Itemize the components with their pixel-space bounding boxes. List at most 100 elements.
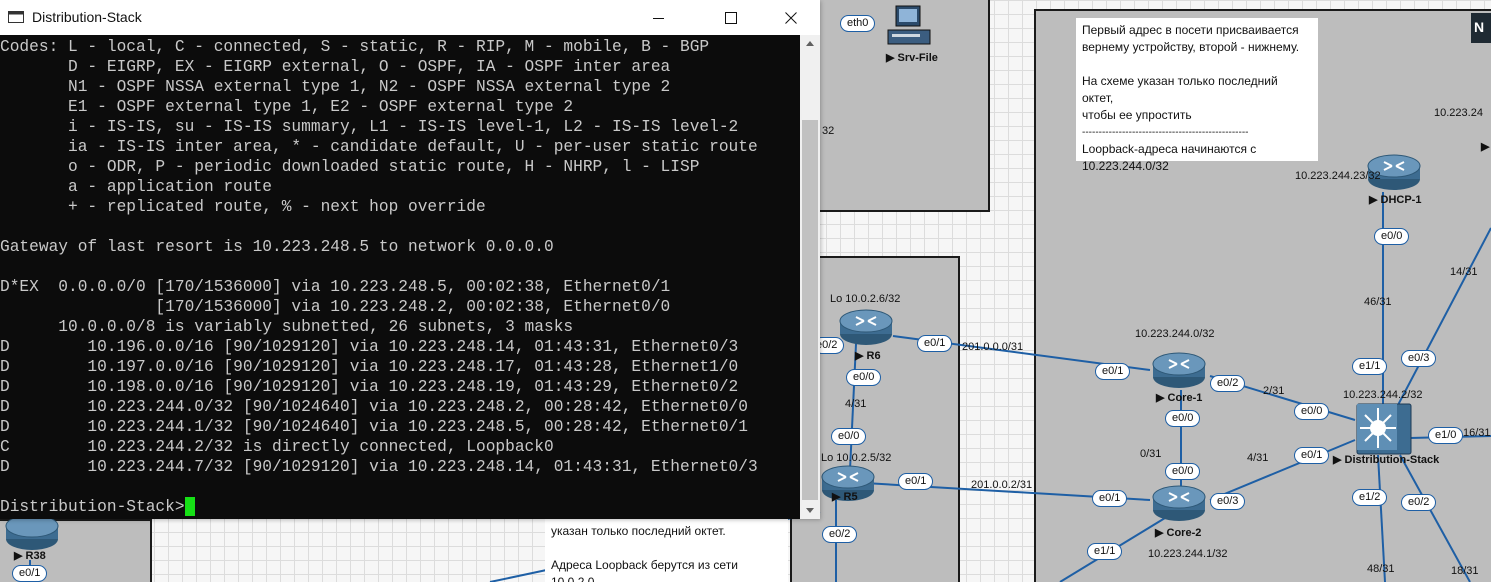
scroll-down-button[interactable]: [800, 502, 820, 519]
terminal-app-icon: [8, 11, 24, 23]
console-window[interactable]: Distribution-Stack Codes: L - local, C -…: [0, 0, 820, 519]
network-label: 48/31: [1367, 563, 1395, 575]
note-line: Адреса Loopback берутся из сети 10.0.2.0: [551, 558, 738, 582]
device-name-partial: ▶: [1481, 141, 1490, 153]
note-line: 10.223.244.0/32: [1082, 159, 1169, 173]
interface-label: e0/0: [1165, 410, 1201, 427]
maximize-button[interactable]: [708, 0, 754, 35]
network-label: 4/31: [1247, 452, 1269, 464]
network-label: 32: [822, 125, 835, 137]
loopback-label: 10.223.244.0/32: [1135, 328, 1215, 340]
terminal-line: D 10.198.0.0/16 [90/1029120] via 10.223.…: [0, 378, 739, 396]
terminal-line: o - ODR, P - periodic downloaded static …: [0, 158, 700, 176]
terminal-line: D - EIGRP, EX - EIGRP external, O - OSPF…: [0, 58, 671, 76]
terminal-line: D*EX 0.0.0.0/0 [170/1536000] via 10.223.…: [0, 278, 671, 296]
vertical-scrollbar[interactable]: [800, 35, 820, 519]
interface-label: e1/1: [1087, 543, 1123, 560]
network-label: 2/31: [1263, 385, 1285, 397]
terminal-line: Codes: L - local, C - connected, S - sta…: [0, 38, 710, 56]
terminal-line: D 10.223.244.1/32 [90/1024640] via 10.22…: [0, 418, 748, 436]
terminal-prompt-line[interactable]: Distribution-Stack>: [0, 497, 800, 517]
interface-label: e0/3: [1401, 350, 1437, 367]
loopback-label: 10.223.244.23/32: [1295, 170, 1381, 182]
scroll-up-button[interactable]: [800, 35, 820, 52]
terminal-line: [170/1536000] via 10.223.248.2, 00:02:38…: [0, 298, 671, 316]
scrollbar-thumb[interactable]: [802, 120, 818, 500]
chevron-down-icon: [806, 508, 814, 513]
terminal-line: D 10.196.0.0/16 [90/1029120] via 10.223.…: [0, 338, 739, 356]
terminal-output[interactable]: Codes: L - local, C - connected, S - sta…: [0, 35, 800, 519]
device-name-r38: ▶ R38: [14, 550, 46, 562]
device-name-srv-file: ▶ Srv-File: [886, 52, 938, 64]
interface-label: e0/1: [1294, 447, 1330, 464]
interface-label: e0/0: [846, 369, 882, 386]
multilayer-switch-icon[interactable]: [1356, 403, 1412, 455]
router-r6-icon[interactable]: [838, 307, 894, 347]
note-line: Первый адрес в посети присваивается: [1082, 23, 1299, 37]
interface-label: e0/0: [831, 428, 867, 445]
interface-label: e0/2: [1401, 494, 1437, 511]
network-label: 201.0.0.0/31: [962, 341, 1024, 353]
device-name-core-1: ▶ Core-1: [1156, 392, 1203, 404]
note-line: указан только последний октет.: [551, 524, 726, 538]
interface-label: e0/0: [1374, 228, 1410, 245]
interface-label: e0/1: [898, 473, 934, 490]
router-core-2-icon[interactable]: [1151, 483, 1207, 523]
terminal-line: N1 - OSPF NSSA external type 1, N2 - OSP…: [0, 78, 671, 96]
network-label: 10.223.24: [1434, 107, 1483, 119]
router-core-1-icon[interactable]: [1151, 350, 1207, 390]
terminal-line: C 10.223.244.2/32 is directly connected,…: [0, 438, 554, 456]
loopback-label: 10.223.244.1/32: [1148, 548, 1228, 560]
interface-label: e0/2: [822, 526, 858, 543]
text-cursor: [184, 497, 195, 516]
network-label: 0/31: [1140, 448, 1162, 460]
network-label: 4/31: [845, 398, 867, 410]
close-button[interactable]: [768, 0, 814, 35]
network-label: 46/31: [1364, 296, 1392, 308]
chevron-up-icon: [806, 41, 814, 46]
window-titlebar[interactable]: Distribution-Stack: [0, 0, 820, 35]
close-icon: [785, 11, 797, 24]
terminal-line: D 10.223.244.0/32 [90/1024640] via 10.22…: [0, 398, 748, 416]
note-line: ----------------------------------------…: [1082, 127, 1249, 138]
minimize-icon: [653, 17, 664, 19]
note-line: чтобы ее упростить: [1082, 108, 1192, 122]
device-name-dhcp-1: ▶ DHCP-1: [1369, 194, 1422, 206]
note-line: вернему устройству, второй - нижнему.: [1082, 40, 1300, 54]
terminal-line: D 10.197.0.0/16 [90/1029120] via 10.223.…: [0, 358, 739, 376]
terminal-line: + - replicated route, % - next hop overr…: [0, 198, 486, 216]
note-line: На схеме указан только последний октет,: [1082, 74, 1278, 105]
network-label: 18/31: [1451, 565, 1479, 577]
interface-label: e0/0: [1294, 403, 1330, 420]
network-label: 201.0.0.2/31: [971, 479, 1033, 491]
interface-label: e0/1: [1092, 490, 1128, 507]
terminal-line: Gateway of last resort is 10.223.248.5 t…: [0, 238, 554, 256]
terminal-prompt: Distribution-Stack>: [0, 498, 185, 516]
terminal-line: i - IS-IS, su - IS-IS summary, L1 - IS-I…: [0, 118, 739, 136]
maximize-icon: [725, 11, 737, 24]
interface-label: e1/1: [1352, 358, 1388, 375]
terminal-line: 10.0.0.0/8 is variably subnetted, 26 sub…: [0, 318, 574, 336]
note-line: Loopback-адреса начинаются с: [1082, 142, 1257, 156]
interface-label: e0/0: [1165, 463, 1201, 480]
terminal-line: D 10.223.244.7/32 [90/1029120] via 10.22…: [0, 458, 758, 476]
interface-label: e0/2: [1210, 375, 1246, 392]
server-pc-icon[interactable]: [886, 4, 934, 48]
info-note-right: Первый адрес в посети присваивается верн…: [1076, 18, 1318, 173]
minimize-button[interactable]: [636, 0, 682, 35]
network-label: 16/31: [1463, 427, 1491, 439]
terminal-line: a - application route: [0, 178, 272, 196]
interface-label: e0/1: [12, 565, 48, 582]
info-note-bottom: указан только последний октет. Адреса Lo…: [545, 519, 788, 582]
interface-label: e0/3: [1210, 493, 1246, 510]
device-name-core-2: ▶ Core-2: [1155, 527, 1202, 539]
device-name-distribution-stack: ▶ Distribution-Stack: [1333, 454, 1440, 466]
note-line: [1082, 56, 1312, 73]
note-line: [551, 540, 782, 557]
loopback-label: 10.223.244.2/32: [1343, 389, 1423, 401]
terminal-line: E1 - OSPF external type 1, E2 - OSPF ext…: [0, 98, 574, 116]
interface-label: e1/0: [1428, 427, 1464, 444]
